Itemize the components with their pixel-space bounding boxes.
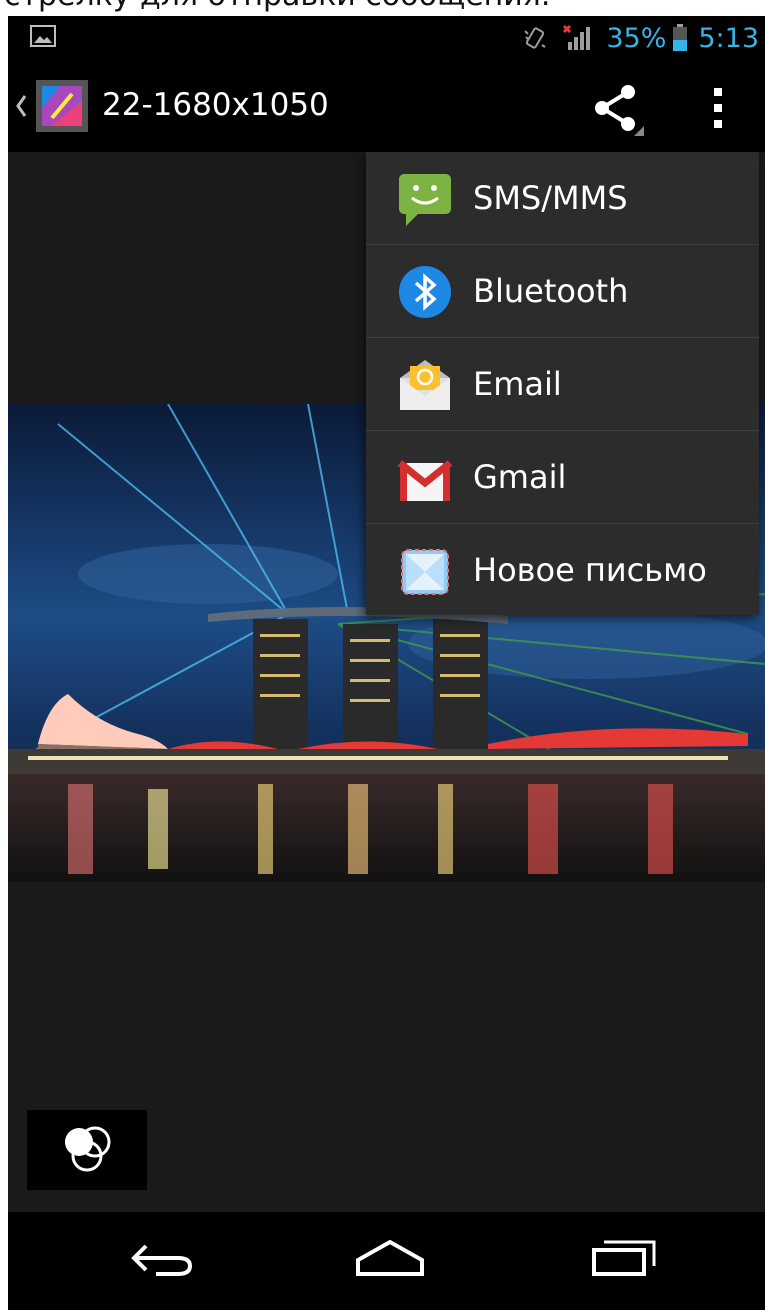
action-bar: 22-1680x1050 — [8, 60, 765, 152]
share-item-gmail[interactable]: Gmail — [366, 431, 759, 524]
battery-percent: 35% — [606, 22, 667, 54]
recents-icon[interactable] — [588, 1234, 660, 1284]
navigation-bar — [8, 1212, 765, 1310]
battery-icon — [673, 24, 688, 51]
menu-item-label: Gmail — [473, 458, 567, 496]
share-menu: SMS/MMS Bluetooth Email Gmail Новое пись… — [366, 152, 759, 615]
back-icon[interactable] — [126, 1234, 198, 1284]
photo-filter-icon — [65, 1126, 111, 1172]
menu-item-label: Новое письмо — [473, 551, 707, 589]
home-icon[interactable] — [354, 1234, 426, 1284]
share-item-bluetooth[interactable]: Bluetooth — [366, 245, 759, 338]
signal-icon — [563, 24, 591, 50]
photo-filter-button[interactable] — [27, 1110, 147, 1190]
caption-text: стрелку для отправки сообщения. — [4, 0, 550, 13]
overflow-menu-icon[interactable] — [698, 84, 738, 132]
share-icon[interactable] — [586, 82, 646, 138]
email-icon — [400, 360, 450, 410]
menu-item-label: Bluetooth — [473, 272, 629, 310]
menu-item-label: Email — [473, 365, 562, 403]
device-screen: 35% 5:13 22-1680x1050 SMS/MMS Bluetooth … — [8, 16, 765, 1310]
share-item-new-letter[interactable]: Новое письмо — [366, 524, 759, 616]
share-item-email[interactable]: Email — [366, 338, 759, 431]
bluetooth-icon — [399, 266, 451, 318]
gallery-icon[interactable] — [34, 78, 90, 134]
clock: 5:13 — [698, 22, 759, 54]
gmail-icon — [397, 460, 453, 501]
status-bar: 35% 5:13 — [8, 16, 765, 60]
menu-item-label: SMS/MMS — [473, 179, 628, 217]
chevron-left-icon[interactable] — [14, 92, 28, 120]
share-item-sms[interactable]: SMS/MMS — [366, 152, 759, 245]
page-title: 22-1680x1050 — [102, 87, 329, 123]
vibrate-icon — [524, 27, 546, 49]
status-right: 35% 5:13 — [522, 16, 759, 60]
gallery-notification-icon — [30, 25, 56, 47]
sms-icon — [399, 174, 451, 226]
new-letter-icon — [401, 549, 449, 595]
caption-strip: стрелку для отправки сообщения. — [0, 0, 765, 16]
